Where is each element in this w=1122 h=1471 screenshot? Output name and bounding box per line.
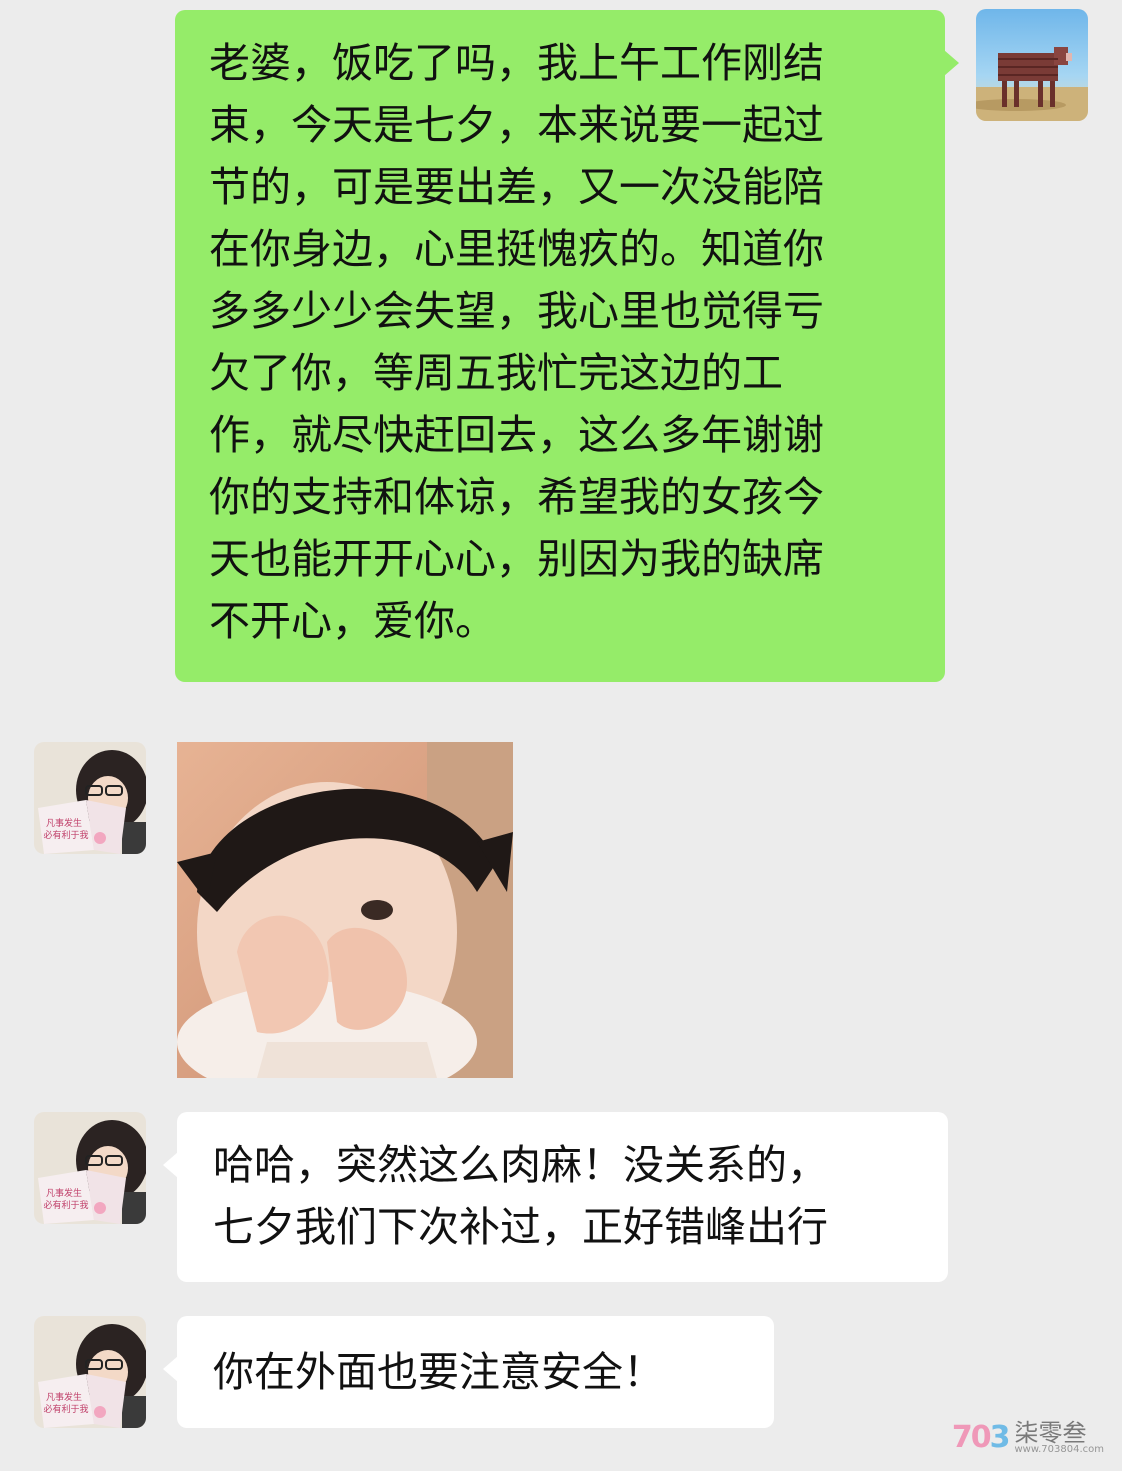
message-line: 你的支持和体谅，希望我的女孩今 bbox=[209, 473, 824, 521]
book-cover-text: 必有利于我 bbox=[43, 829, 88, 841]
message-line: 节的，可是要出差，又一次没能陪 bbox=[209, 163, 824, 211]
message-line: 在你身边，心里挺愧疚的。知道你 bbox=[209, 225, 824, 273]
book-cover-text: 必有利于我 bbox=[43, 1403, 88, 1415]
watermark-url: www.703804.com bbox=[1014, 1443, 1104, 1455]
watermark-logo-text: 70 bbox=[951, 1420, 992, 1455]
book-cover-text: 凡事发生 bbox=[46, 817, 82, 829]
message-line: 你在外面也要注意安全！ bbox=[213, 1348, 664, 1396]
girl-reading-avatar-image: 凡事发生 必有利于我 bbox=[34, 1316, 146, 1428]
girl-reading-avatar-image: 凡事发生 必有利于我 bbox=[34, 742, 146, 854]
received-message-bubble[interactable]: 哈哈，突然这么肉麻！没关系的， 七夕我们下次补过，正好错峰出行 bbox=[177, 1112, 948, 1282]
my-avatar[interactable] bbox=[976, 9, 1088, 121]
bubble-tail bbox=[163, 1356, 178, 1382]
cow-sculpture-avatar-image bbox=[976, 9, 1088, 121]
received-message-bubble[interactable]: 你在外面也要注意安全！ bbox=[177, 1316, 774, 1428]
watermark-logo: 703 bbox=[951, 1420, 1011, 1455]
watermark-name: 柒零叁 bbox=[1014, 1418, 1087, 1447]
message-line: 不开心，爱你。 bbox=[209, 597, 496, 645]
message-line: 多多少少会失望，我心里也觉得亏 bbox=[209, 287, 824, 335]
sent-message-bubble[interactable]: 老婆，饭吃了吗，我上午工作刚结 束，今天是七夕，本来说要一起过 节的，可是要出差… bbox=[175, 10, 945, 682]
message-line: 束，今天是七夕，本来说要一起过 bbox=[209, 101, 824, 149]
book-cover-text: 必有利于我 bbox=[43, 1199, 88, 1211]
message-line: 老婆，饭吃了吗，我上午工作刚结 bbox=[209, 39, 824, 87]
contact-avatar[interactable]: 凡事发生 必有利于我 bbox=[34, 1112, 146, 1224]
site-watermark: 703 柒零叁 www.703804.com bbox=[952, 1420, 1104, 1455]
book-cover-text: 凡事发生 bbox=[46, 1187, 82, 1199]
girl-reading-avatar-image: 凡事发生 必有利于我 bbox=[34, 1112, 146, 1224]
contact-avatar[interactable]: 凡事发生 必有利于我 bbox=[34, 742, 146, 854]
bubble-tail bbox=[944, 50, 959, 76]
message-line: 七夕我们下次补过，正好错峰出行 bbox=[213, 1203, 828, 1251]
message-line: 作，就尽快赶回去，这么多年谢谢 bbox=[209, 411, 824, 459]
message-line: 欠了你，等周五我忙完这边的工 bbox=[209, 349, 783, 397]
crying-child-sticker bbox=[177, 742, 513, 1078]
contact-avatar[interactable]: 凡事发生 必有利于我 bbox=[34, 1316, 146, 1428]
bubble-tail bbox=[163, 1152, 178, 1178]
message-line: 天也能开开心心，别因为我的缺席 bbox=[209, 535, 824, 583]
sticker-image[interactable] bbox=[177, 742, 513, 1078]
book-cover-text: 凡事发生 bbox=[46, 1391, 82, 1403]
message-line: 哈哈，突然这么肉麻！没关系的， bbox=[213, 1141, 828, 1189]
watermark-logo-text: 3 bbox=[989, 1420, 1011, 1455]
